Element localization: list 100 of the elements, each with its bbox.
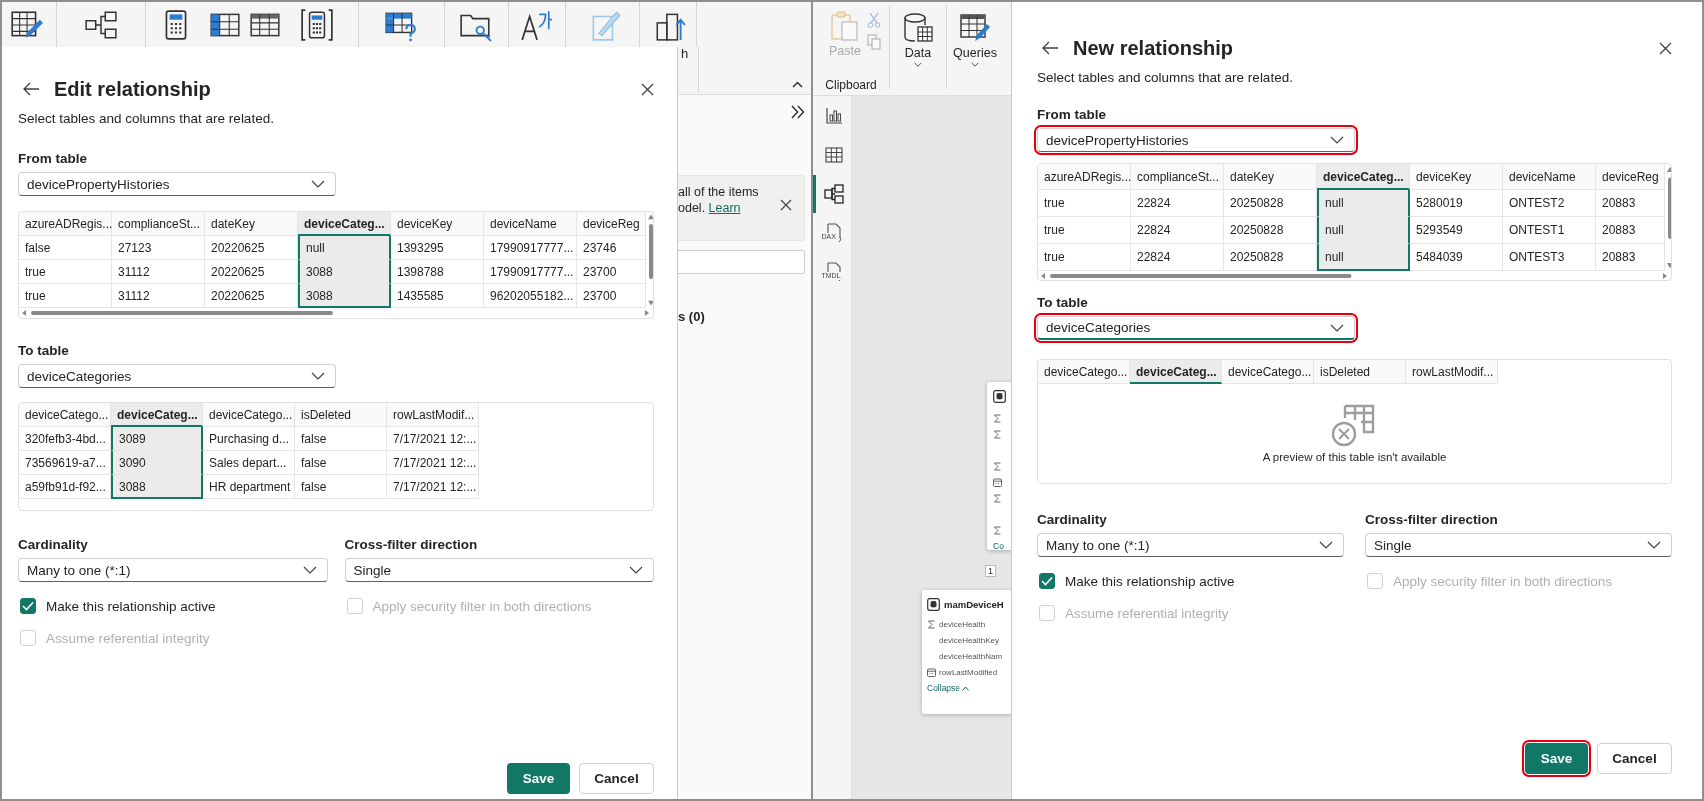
collapse-caret-icon[interactable] bbox=[792, 81, 803, 88]
column-header[interactable]: deviceCateg... bbox=[1317, 164, 1410, 190]
table-icon bbox=[824, 147, 843, 163]
section-heading: s (0) bbox=[678, 309, 706, 324]
table-cell: 1398788 bbox=[391, 260, 484, 284]
column-header[interactable]: deviceCatego... bbox=[19, 403, 111, 427]
column-header[interactable]: azureADRegis... bbox=[19, 212, 112, 236]
file-icon bbox=[824, 223, 843, 243]
cardinality-label: 1 bbox=[985, 565, 996, 577]
table-cell: 20883 bbox=[1596, 244, 1665, 271]
table-cell: null bbox=[1317, 217, 1410, 244]
sum-icon bbox=[927, 619, 936, 629]
chevron-icon bbox=[1319, 541, 1333, 549]
table-name: mamDeviceH bbox=[944, 598, 1004, 610]
column-header[interactable]: deviceCateg... bbox=[111, 403, 203, 427]
table-cell: 17990917777... bbox=[484, 236, 577, 260]
table-cell: 23700 bbox=[577, 284, 646, 308]
expand-chevrons-icon[interactable] bbox=[791, 105, 805, 119]
table-dropdown[interactable]: devicePropertyHistories bbox=[18, 172, 336, 196]
column-header[interactable]: deviceCatego... bbox=[1038, 360, 1130, 384]
close-icon[interactable] bbox=[641, 82, 654, 96]
field-label: From table bbox=[1037, 107, 1107, 122]
column-header[interactable]: complianceSt... bbox=[112, 212, 205, 236]
field-label: Cardinality bbox=[18, 537, 89, 552]
column-header[interactable]: deviceCatego... bbox=[203, 403, 295, 427]
table-cell: false bbox=[19, 236, 112, 260]
checkbox[interactable] bbox=[1039, 573, 1055, 589]
column-header[interactable]: deviceName bbox=[484, 212, 577, 236]
column-header[interactable]: isDeleted bbox=[295, 403, 387, 427]
save-button[interactable]: Save bbox=[507, 763, 570, 794]
caret-icon bbox=[962, 685, 970, 691]
checkbox-label: Assume referential integrity bbox=[1065, 605, 1229, 621]
table-cell: null bbox=[1317, 190, 1410, 217]
column-header[interactable]: dateKey bbox=[1224, 164, 1317, 190]
table-cell: 5293549 bbox=[1410, 217, 1503, 244]
table-cell: 7/17/2021 12:... bbox=[387, 451, 479, 475]
dialog-title: Edit relationship bbox=[54, 77, 211, 101]
field-name: deviceHealthNam bbox=[939, 651, 1003, 661]
back-arrow-icon[interactable] bbox=[1041, 41, 1059, 55]
column-header[interactable]: complianceSt... bbox=[1131, 164, 1224, 190]
table-card[interactable]: mamDeviceH deviceHealth deviceHealthKey deviceHealthNam rowLastModified Collapse bbox=[922, 590, 1011, 714]
column-header[interactable]: azureADRegis... bbox=[1038, 164, 1131, 190]
column-header[interactable]: dateKey bbox=[205, 212, 298, 236]
field-label: Cardinality bbox=[1037, 512, 1108, 527]
select-dropdown[interactable]: Single bbox=[1365, 533, 1672, 557]
column-header[interactable]: deviceCateg... bbox=[1130, 360, 1222, 384]
ribbon-button[interactable]: Queries bbox=[953, 12, 997, 95]
calculator-icon[interactable] bbox=[300, 7, 334, 42]
column-header[interactable]: deviceKey bbox=[391, 212, 484, 236]
chevron-icon bbox=[1647, 541, 1661, 549]
table-cell: HR department bbox=[203, 475, 295, 499]
checkbox[interactable] bbox=[20, 598, 36, 614]
vertical-scrollbar[interactable] bbox=[646, 212, 653, 308]
column-header[interactable]: deviceCateg... bbox=[298, 212, 391, 236]
dialog-subtitle: Select tables and columns that are related. bbox=[1037, 70, 1294, 85]
table-dropdown[interactable]: deviceCategories bbox=[18, 364, 336, 388]
select-dropdown[interactable]: Single bbox=[344, 558, 654, 582]
collapse-link[interactable]: Collapse bbox=[927, 683, 961, 693]
column-header[interactable]: deviceName bbox=[1503, 164, 1596, 190]
back-arrow-icon[interactable] bbox=[22, 82, 40, 96]
table-cell: 17990917777... bbox=[484, 260, 577, 284]
table-cell: 22824 bbox=[1131, 217, 1224, 244]
search-field[interactable] bbox=[678, 250, 805, 274]
learn-link[interactable]: Learn bbox=[708, 201, 741, 215]
ribbon-button[interactable]: Data bbox=[903, 12, 933, 95]
column-header[interactable]: rowLastModif... bbox=[387, 403, 479, 427]
close-icon[interactable] bbox=[1659, 41, 1672, 55]
ribbon-button-label[interactable]: h bbox=[678, 47, 689, 94]
table-cell: 7/17/2021 12:... bbox=[387, 475, 479, 499]
field-label: Cross-filter direction bbox=[1365, 512, 1499, 527]
field-label: From table bbox=[18, 151, 88, 166]
sum-icon bbox=[993, 493, 1002, 503]
save-button[interactable]: Save bbox=[1525, 743, 1588, 774]
column-header[interactable]: rowLastModif... bbox=[1406, 360, 1498, 384]
table-cell: 22824 bbox=[1131, 190, 1224, 217]
table-cell: 3088 bbox=[298, 260, 391, 284]
field-name: deviceHealth bbox=[939, 619, 986, 629]
column-header[interactable]: deviceCatego... bbox=[1222, 360, 1314, 384]
select-dropdown[interactable]: Many to one (*:1) bbox=[1037, 533, 1344, 557]
chevron-icon bbox=[311, 372, 325, 380]
column-header[interactable]: deviceReg bbox=[577, 212, 646, 236]
calendar-icon bbox=[927, 667, 936, 677]
select-dropdown[interactable]: Many to one (*:1) bbox=[18, 558, 328, 582]
cancel-button[interactable]: Cancel bbox=[579, 763, 654, 794]
table-cell: 20883 bbox=[1596, 217, 1665, 244]
column-header[interactable]: isDeleted bbox=[1314, 360, 1406, 384]
table-dropdown[interactable]: devicePropertyHistories bbox=[1037, 128, 1355, 152]
close-icon[interactable] bbox=[780, 199, 792, 211]
table-cell: 27123 bbox=[112, 236, 205, 260]
table-dropdown[interactable]: deviceCategories bbox=[1037, 316, 1355, 340]
column-header[interactable]: deviceKey bbox=[1410, 164, 1503, 190]
column-header[interactable]: deviceReg bbox=[1596, 164, 1665, 190]
cancel-button[interactable]: Cancel bbox=[1597, 743, 1672, 774]
collapse-link[interactable]: Co bbox=[993, 541, 1004, 551]
table-edit-icon bbox=[959, 12, 991, 44]
checkbox-label: Make this relationship active bbox=[1065, 573, 1235, 589]
table-cell: 96202055182... bbox=[484, 284, 577, 308]
table-card[interactable]: Co bbox=[987, 382, 1011, 550]
table-cell: true bbox=[1038, 190, 1131, 217]
table-cell: 7/17/2021 12:... bbox=[387, 427, 479, 451]
